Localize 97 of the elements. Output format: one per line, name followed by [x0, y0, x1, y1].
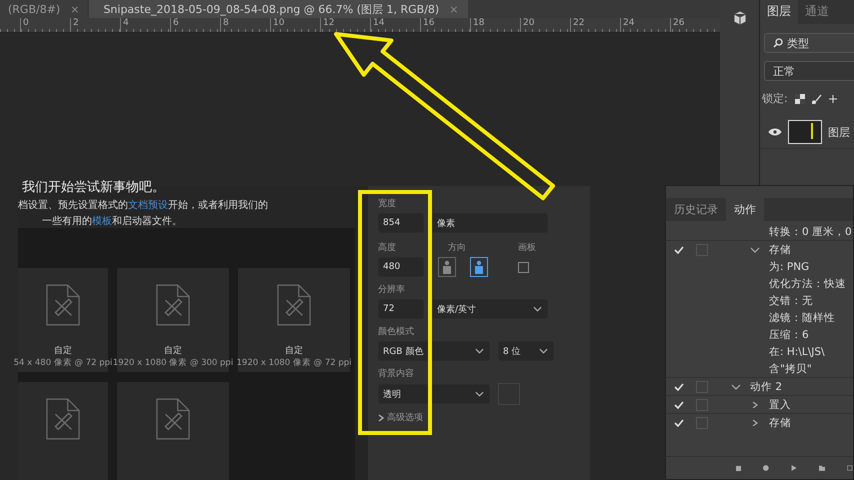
lock-label: 锁定: [762, 91, 788, 106]
field-label: 画板 [518, 242, 536, 254]
check-icon[interactable] [674, 382, 684, 390]
play-icon[interactable] [790, 463, 796, 473]
chevron-icon[interactable] [750, 246, 760, 252]
action-row[interactable]: 动作 2 [666, 377, 853, 395]
eye-icon[interactable] [768, 128, 782, 136]
action-row[interactable]: 存储 [666, 413, 853, 431]
layer-filter-dropdown[interactable]: 类型 [764, 33, 854, 53]
action-row[interactable]: 交错：无 [666, 292, 853, 309]
folder-icon[interactable] [818, 463, 826, 473]
action-label: 为: PNG [769, 260, 810, 274]
ruler: 0 2 4 6 8 10 12 14 16 18 20 22 24 26 [0, 18, 720, 33]
chevron-icon [378, 414, 384, 422]
preset-card[interactable] [18, 382, 108, 480]
action-label: 在: H:\L\JS\ [769, 344, 825, 358]
layer-row[interactable]: 图层 [760, 116, 854, 149]
link[interactable]: 文档预设 [128, 200, 168, 211]
field-label: 方向 [448, 242, 467, 254]
chevron-icon[interactable] [750, 420, 760, 426]
caret-icon [539, 348, 548, 354]
resolution-field[interactable]: 72 [378, 299, 424, 319]
search-icon [773, 38, 783, 48]
person-icon [473, 260, 485, 274]
unit-dropdown[interactable]: 像素/英寸 [432, 299, 548, 319]
preset-name: 自定 [164, 344, 182, 357]
action-label: 动作 2 [750, 380, 782, 394]
document-pencil-icon [156, 284, 190, 326]
panel-tab[interactable]: 动作 [726, 198, 764, 221]
action-row[interactable]: 含"拷贝" [666, 360, 853, 377]
orientation-button[interactable] [470, 257, 488, 277]
action-label: 含"拷贝" [769, 362, 812, 376]
action-row[interactable]: 滤镜：随样性 [666, 309, 853, 326]
action-label: 压缩：6 [769, 328, 809, 342]
caret-icon [475, 348, 484, 354]
document-pencil-icon [46, 284, 80, 326]
caret-icon [475, 391, 484, 397]
link[interactable]: 模板 [92, 216, 112, 227]
action-label: 交错：无 [769, 294, 813, 308]
document-tab[interactable]: Snipaste_2018-05-09_08-54-08.png @ 66.7% (图层 1, RGB/8) × [89, 0, 468, 18]
action-row[interactable]: 压缩：6 [666, 326, 853, 343]
action-row[interactable]: 优化方法：快速 [666, 275, 853, 292]
action-row[interactable]: 转换：0 厘米，0 [666, 223, 853, 240]
field-label: 背景内容 [378, 368, 414, 380]
action-row[interactable]: 存储 [666, 240, 853, 258]
field-label: 颜色模式 [378, 326, 414, 338]
new-item-icon[interactable] [847, 463, 854, 473]
panel-tab[interactable]: 通道 [798, 0, 836, 24]
welcome-heading: 我们开始尝试新事物吧。 [22, 179, 166, 196]
preset-card[interactable] [117, 382, 229, 480]
brush-icon[interactable] [812, 94, 822, 104]
stop-icon[interactable] [736, 464, 742, 472]
width-field[interactable]: 854 [378, 213, 424, 233]
preset-name: 自定 [285, 344, 303, 357]
color-mode-dropdown[interactable]: RGB 颜色 [378, 341, 490, 361]
field-label: 高度 [378, 242, 397, 254]
caret-icon [533, 306, 542, 312]
action-row[interactable]: 在: H:\L\JS\ [666, 343, 853, 360]
check-icon[interactable] [674, 246, 684, 254]
height-field[interactable]: 480 [378, 257, 424, 277]
bit-depth-dropdown[interactable]: 8 位 [498, 341, 554, 361]
blend-mode-dropdown[interactable]: 正常 [764, 61, 854, 81]
person-icon [441, 260, 453, 274]
orientation-button[interactable] [438, 257, 456, 277]
panel-tab[interactable]: 历史记录 [666, 198, 726, 221]
artboard-checkbox[interactable] [518, 262, 529, 272]
intro-text: 档设置、预先设置格式的文档预设开始，或者利用我们的 [18, 198, 269, 212]
action-label: 存储 [769, 416, 791, 430]
check-icon[interactable] [674, 418, 684, 426]
action-row[interactable]: 为: PNG [666, 258, 853, 275]
action-label: 存储 [769, 242, 791, 256]
chevron-icon[interactable] [750, 402, 760, 408]
panel-tab[interactable]: 图层 [760, 0, 798, 24]
action-row[interactable]: 置入 [666, 395, 853, 413]
move-icon[interactable] [828, 94, 837, 104]
layer-thumbnail [788, 120, 822, 144]
field-label: 分辨率 [378, 284, 405, 296]
intro-text: 一些有用的模板和启动器文件。 [41, 214, 183, 228]
chevron-icon[interactable] [731, 384, 741, 390]
preset-name: 自定 [54, 344, 72, 357]
record-icon[interactable] [763, 463, 769, 473]
preset-card[interactable]: 自定 1920 x 1080 像素 @ 72 ppi [238, 268, 350, 372]
advanced-options-toggle[interactable]: 高级选项 [378, 411, 423, 424]
document-pencil-icon [156, 398, 190, 440]
action-label: 滤镜：随样性 [769, 310, 835, 324]
preset-size: 1920 x 1080 像素 @ 72 ppi [236, 357, 352, 369]
3d-cube-icon[interactable] [732, 10, 748, 26]
background-dropdown[interactable]: 透明 [378, 384, 490, 404]
action-label: 置入 [769, 398, 791, 412]
unit-dropdown[interactable]: 像素 [432, 213, 548, 233]
action-label: 优化方法：快速 [769, 276, 846, 290]
lock-pixels-icon[interactable] [794, 94, 805, 104]
action-label: 转换：0 厘米，0 [769, 224, 852, 238]
document-pencil-icon [46, 398, 80, 440]
check-icon[interactable] [674, 400, 684, 408]
document-pencil-icon [277, 284, 311, 326]
field-label: 宽度 [378, 198, 396, 210]
